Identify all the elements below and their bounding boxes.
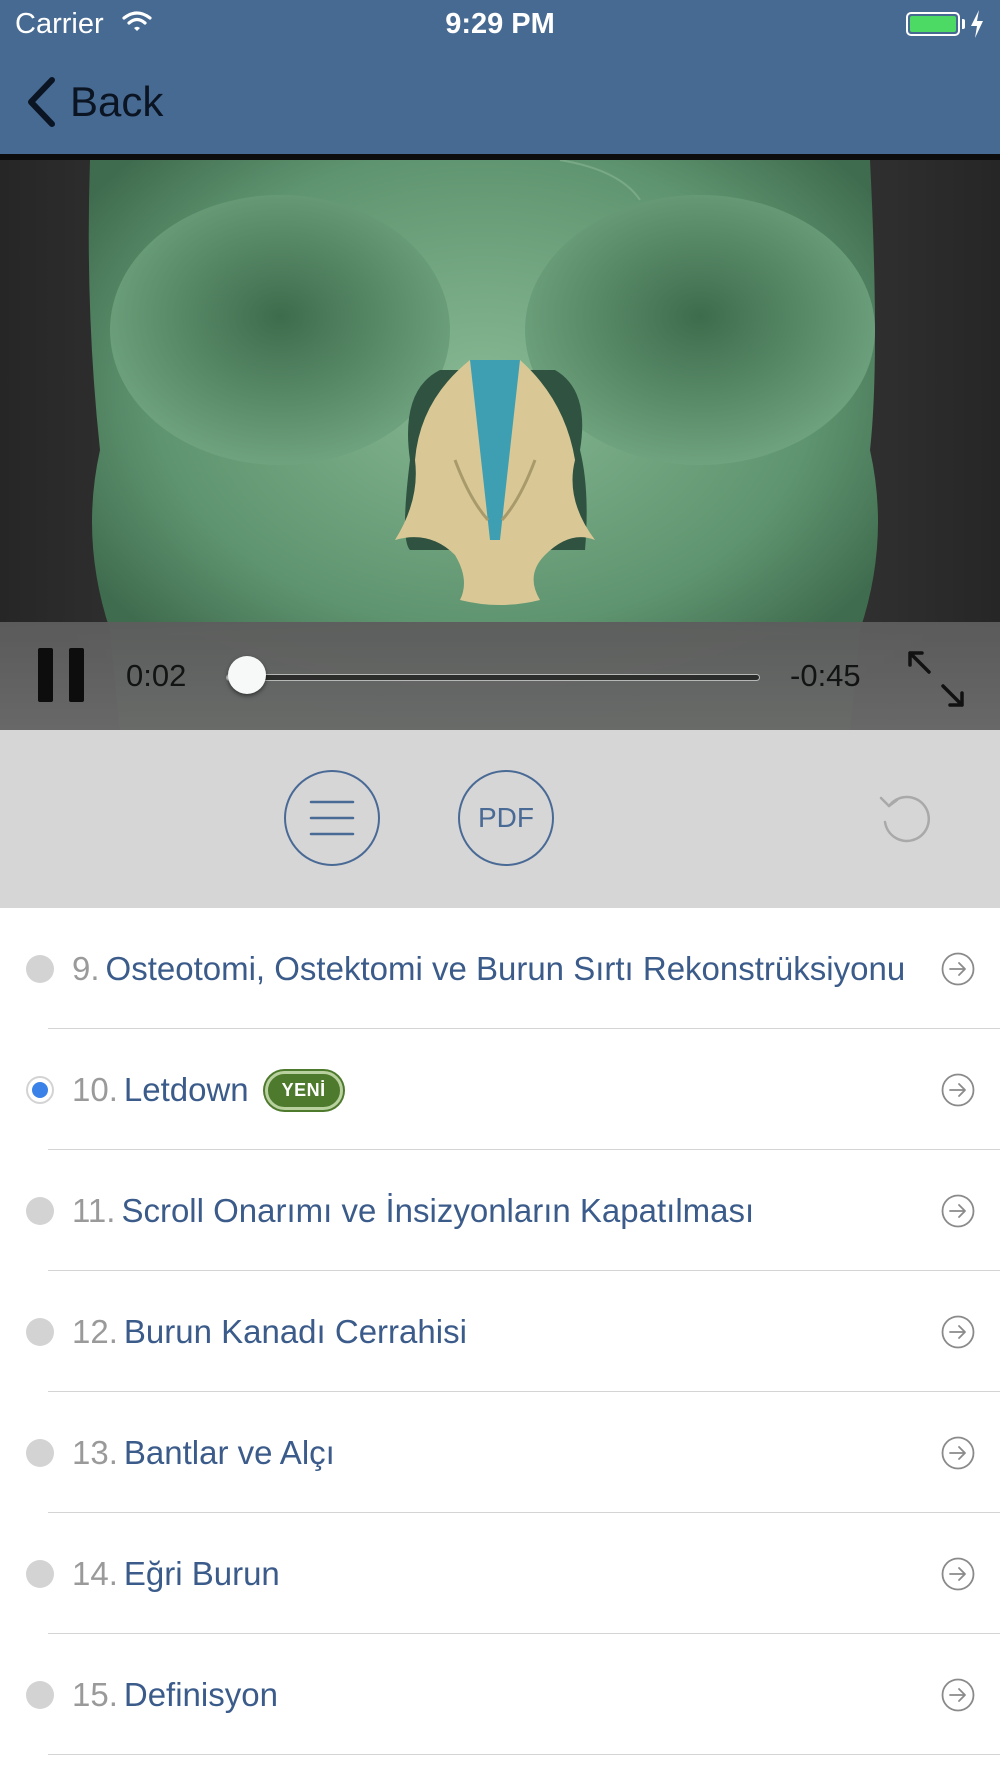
lesson-row[interactable]: 11. Scroll Onarımı ve İnsizyonların Kapat…	[0, 1150, 1000, 1271]
elapsed-time: 0:02	[126, 658, 187, 693]
lesson-text: 9. Osteotomi, Ostektomi ve Burun Sırtı Re…	[72, 944, 905, 994]
battery-icon	[906, 12, 960, 36]
new-badge: YENİ	[264, 1070, 343, 1110]
status-dot	[26, 1560, 54, 1588]
progress-knob[interactable]	[228, 656, 267, 694]
navigation-header: Carrier 9:29 PM Back	[0, 0, 1000, 154]
lesson-title: Definisyon	[123, 1676, 278, 1713]
progress-track[interactable]	[226, 674, 760, 681]
lesson-text: 13. Bantlar ve Alçı	[72, 1428, 335, 1478]
back-label: Back	[70, 78, 164, 125]
lesson-text: 15. Definisyon	[72, 1670, 278, 1720]
video-player[interactable]: 0:02 -0:45	[0, 160, 1000, 730]
status-dot	[26, 955, 54, 983]
active-status-dot	[26, 1076, 54, 1104]
lesson-title: Burun Kanadı Cerrahisi	[123, 1313, 467, 1350]
lesson-number: 11.	[72, 1192, 116, 1229]
lesson-number: 15.	[72, 1676, 118, 1713]
arrow-right-circle-icon[interactable]	[941, 1073, 975, 1107]
arrow-right-circle-icon[interactable]	[941, 1557, 975, 1591]
lesson-text: 10. Letdown YENİ	[72, 1065, 343, 1115]
lesson-row[interactable]: 10. Letdown YENİ	[0, 1029, 1000, 1150]
lesson-row[interactable]: 9. Osteotomi, Ostektomi ve Burun Sırtı Re…	[0, 908, 1000, 1029]
charging-bolt-icon	[971, 10, 983, 38]
arrow-right-circle-icon[interactable]	[941, 952, 975, 986]
lesson-number: 13.	[72, 1434, 118, 1471]
lesson-row[interactable]: 14. Eğri Burun	[0, 1513, 1000, 1634]
lesson-row[interactable]: 13. Bantlar ve Alçı	[0, 1392, 1000, 1513]
chapters-menu-button[interactable]	[284, 770, 380, 866]
lesson-number: 10.	[72, 1071, 118, 1108]
arrow-right-circle-icon[interactable]	[941, 1194, 975, 1228]
lesson-title: Osteotomi, Ostektomi ve Burun Sırtı Reko…	[105, 950, 906, 987]
lesson-toolbar: PDF	[0, 730, 1000, 908]
chevron-left-icon	[28, 77, 55, 127]
status-time: 9:29 PM	[445, 8, 555, 40]
arrow-right-circle-icon[interactable]	[941, 1436, 975, 1470]
hamburger-icon	[309, 800, 355, 836]
lesson-list: 9. Osteotomi, Ostektomi ve Burun Sırtı Re…	[0, 908, 1000, 1755]
pdf-label: PDF	[478, 802, 534, 833]
status-bar: Carrier 9:29 PM	[0, 0, 1000, 50]
lesson-title: Letdown	[123, 1071, 249, 1108]
fullscreen-icon[interactable]	[905, 648, 967, 710]
lesson-text: 14. Eğri Burun	[72, 1549, 280, 1599]
lesson-row[interactable]: 15. Definisyon	[0, 1634, 1000, 1755]
lesson-text: 11. Scroll Onarımı ve İnsizyonların Kapat…	[72, 1186, 754, 1236]
lesson-number: 9.	[72, 950, 100, 987]
lesson-text: 12. Burun Kanadı Cerrahisi	[72, 1307, 467, 1357]
video-controls: 0:02 -0:45	[0, 622, 1000, 730]
status-dot	[26, 1318, 54, 1346]
lesson-number: 12.	[72, 1313, 118, 1350]
status-dot	[26, 1681, 54, 1709]
replay-icon[interactable]	[875, 788, 935, 848]
back-button[interactable]: Back	[26, 74, 163, 130]
status-dot	[26, 1439, 54, 1467]
remaining-time: -0:45	[790, 658, 861, 693]
row-divider	[48, 1754, 1000, 1755]
pause-button[interactable]	[38, 648, 86, 704]
lesson-title: Bantlar ve Alçı	[123, 1434, 335, 1471]
lesson-title: Scroll Onarımı ve İnsizyonların Kapatılm…	[121, 1192, 755, 1229]
lesson-row[interactable]: 12. Burun Kanadı Cerrahisi	[0, 1271, 1000, 1392]
status-dot	[26, 1197, 54, 1225]
lesson-title: Eğri Burun	[123, 1555, 280, 1592]
arrow-right-circle-icon[interactable]	[941, 1315, 975, 1349]
battery-tip	[962, 19, 965, 29]
pdf-button[interactable]: PDF	[458, 770, 554, 866]
lesson-number: 14.	[72, 1555, 118, 1592]
arrow-right-circle-icon[interactable]	[941, 1678, 975, 1712]
